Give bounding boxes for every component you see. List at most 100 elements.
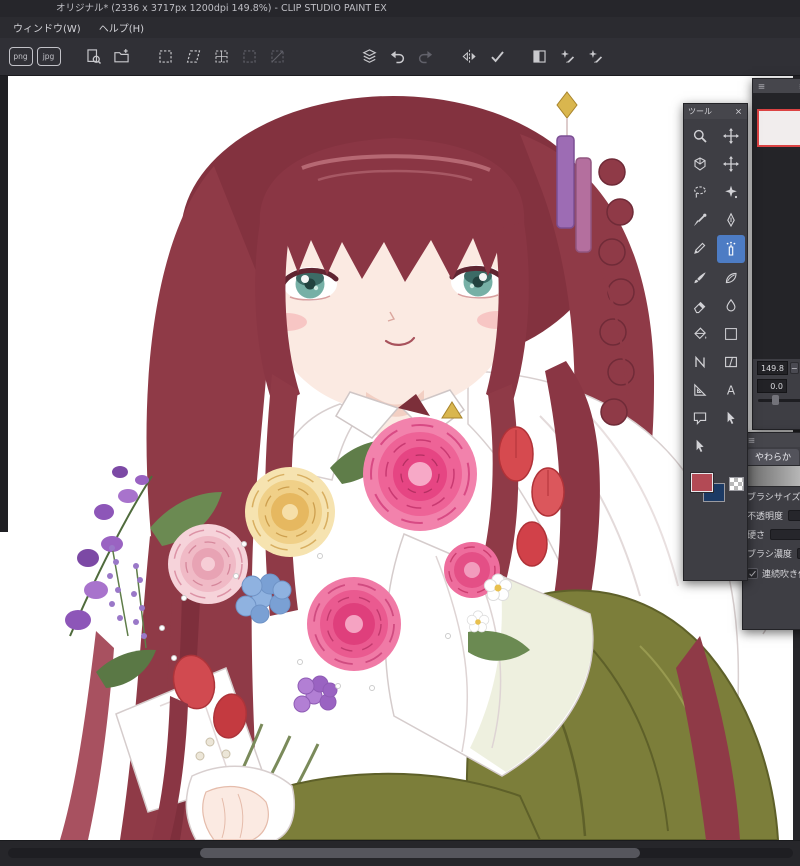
horizontal-scrollbar-thumb[interactable] (200, 848, 640, 858)
navigator-view-frame[interactable] (757, 109, 800, 147)
tool-pen[interactable] (716, 206, 747, 234)
half-filled-square-icon (531, 48, 548, 65)
tool-palette-header: ツール (684, 104, 747, 119)
tool-operation[interactable] (685, 432, 716, 460)
tool-line-correct[interactable] (716, 404, 747, 432)
rotation-value[interactable]: 0.0 (757, 379, 787, 393)
airbrush-icon (723, 241, 739, 257)
magnifier-icon (692, 128, 708, 144)
eyedropper-icon (692, 212, 708, 228)
transform-mesh-button[interactable] (209, 44, 234, 69)
zoom-slider[interactable] (758, 395, 800, 405)
zoom-value[interactable]: 149.8 (757, 361, 788, 375)
menu-window[interactable]: ウィンドウ(W) (4, 18, 90, 37)
new-window-button[interactable] (81, 44, 106, 69)
undo-arrow-icon (389, 48, 406, 65)
tool-decoration[interactable] (716, 264, 747, 292)
tool-pencil[interactable] (685, 234, 716, 262)
tool-ruler[interactable] (685, 376, 716, 404)
tool-airbrush[interactable] (716, 235, 745, 263)
filter-sparkle-button-1[interactable] (555, 44, 580, 69)
foreground-color-swatch[interactable] (691, 473, 713, 492)
pasteboard-edge (0, 76, 8, 532)
tool-selection[interactable] (685, 178, 716, 206)
eraser-icon (692, 298, 708, 314)
canvas[interactable] (0, 76, 793, 840)
tool-figure[interactable] (685, 348, 716, 376)
transform-perspective-button[interactable] (265, 44, 290, 69)
tool-grid (684, 119, 747, 460)
export-jpg-button[interactable]: jpg (36, 44, 61, 69)
drag-handle-icon[interactable] (747, 436, 756, 445)
dashed-box-icon (241, 48, 258, 65)
confirm-button[interactable] (485, 44, 510, 69)
cube-icon (692, 156, 708, 172)
material-button[interactable] (357, 44, 382, 69)
triangle-ruler-icon (692, 382, 708, 398)
close-icon[interactable] (734, 107, 743, 116)
brush-icon (692, 270, 708, 286)
tone-correction-button[interactable] (527, 44, 552, 69)
brush-stroke-preview (746, 465, 800, 487)
sparkle-pen-icon (587, 48, 604, 65)
tool-move[interactable] (716, 122, 747, 150)
tool-palette: ツール (683, 103, 748, 581)
transparent-color-swatch[interactable] (729, 477, 744, 491)
export-png-button[interactable]: png (8, 44, 33, 69)
undo-button[interactable] (385, 44, 410, 69)
cursor-arrow-icon (692, 438, 708, 454)
tool-brush[interactable] (685, 264, 716, 292)
transform-free-button[interactable] (181, 44, 206, 69)
brush-density-label: ブラシ濃度 (747, 550, 792, 560)
water-drop-icon (723, 298, 739, 314)
redo-button[interactable] (413, 44, 438, 69)
dashed-mesh-icon (213, 48, 230, 65)
flip-view-button[interactable] (457, 44, 482, 69)
opacity-slider[interactable] (788, 510, 800, 521)
png-file-icon: png (8, 47, 33, 66)
tool-blend[interactable] (716, 292, 747, 320)
menu-bar: ウィンドウ(W) ヘルプ(H) (0, 17, 800, 38)
tool-zoom[interactable] (685, 122, 716, 150)
jpg-file-icon: jpg (36, 47, 61, 66)
tool-object[interactable] (685, 150, 716, 178)
tool-palette-title: ツール (688, 107, 712, 116)
filter-sparkle-button-2[interactable] (583, 44, 608, 69)
pencil-icon (692, 240, 708, 256)
pen-nib-icon (723, 212, 739, 228)
opacity-label: 不透明度 (747, 512, 784, 522)
canvas-artwork (0, 76, 793, 840)
paint-bucket-icon (692, 326, 708, 342)
main-toolbar: png jpg (0, 38, 800, 76)
zoom-out-button[interactable]: − (789, 362, 799, 374)
tool-fill[interactable] (685, 320, 716, 348)
tool-auto-select[interactable] (716, 178, 747, 206)
drag-handle-icon[interactable] (757, 82, 766, 91)
hardness-slider[interactable] (770, 529, 800, 540)
menu-help[interactable]: ヘルプ(H) (90, 18, 153, 37)
transform-distort-button[interactable] (237, 44, 262, 69)
tool-layer-move[interactable] (716, 150, 747, 178)
open-file-button[interactable] (109, 44, 134, 69)
window-title: オリジナル* (2336 x 3717px 1200dpi 149.8%) - … (56, 3, 387, 14)
layer-stack-icon (361, 48, 378, 65)
tool-eyedropper[interactable] (685, 206, 716, 234)
continuous-spray-checkbox[interactable] (747, 567, 758, 579)
tool-text[interactable] (716, 376, 747, 404)
tool-frame-border[interactable] (716, 348, 747, 376)
window-titlebar: オリジナル* (2336 x 3717px 1200dpi 149.8%) - … (0, 0, 800, 17)
tool-empty-cell (716, 432, 747, 460)
bottom-bar (0, 840, 800, 866)
tool-balloon[interactable] (685, 404, 716, 432)
sparkle-pen-icon (559, 48, 576, 65)
continuous-spray-label: 連続吹き付け (762, 569, 800, 580)
zoom-slider-knob[interactable] (772, 395, 780, 405)
subtool-tab[interactable]: やわらか (747, 449, 800, 465)
lasso-icon (692, 184, 708, 200)
tool-eraser[interactable] (685, 292, 716, 320)
transform-scale-rotate-button[interactable] (153, 44, 178, 69)
navigator-panel: 149.8 − + 0.0 (752, 78, 800, 430)
tool-gradient[interactable] (716, 320, 747, 348)
curve-icon (692, 354, 708, 370)
tool-property-panel: やわらか ブラシサイズ 不透明度 硬さ ブラシ濃度 連続吹き付け (742, 432, 800, 630)
